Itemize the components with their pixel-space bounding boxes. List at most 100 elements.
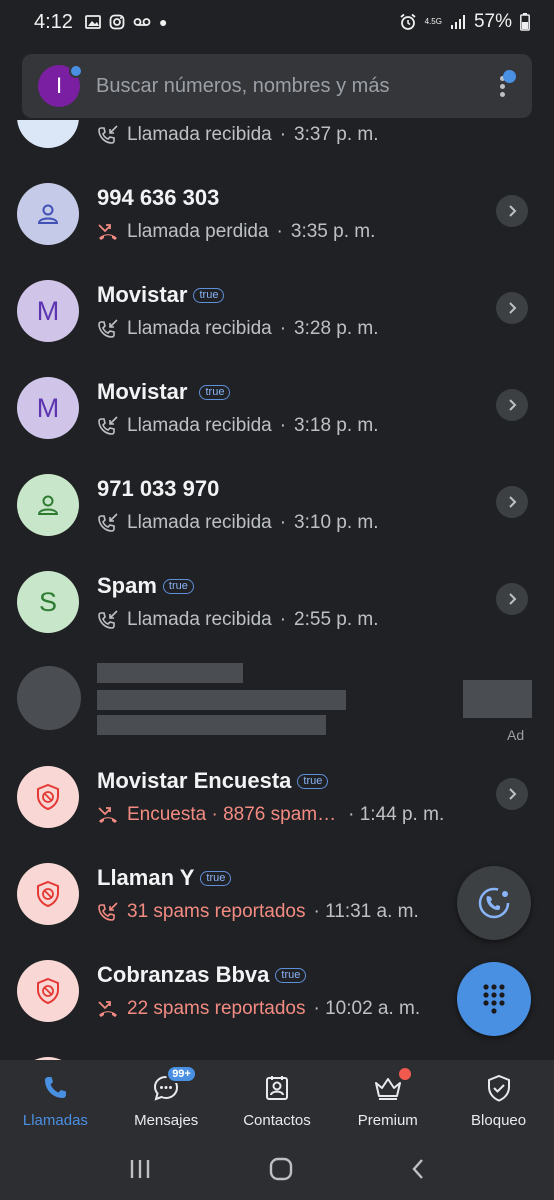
search-bar[interactable]: I: [22, 54, 532, 118]
call-detail: Llamada recibida · 3:37 p. m.: [97, 124, 379, 146]
call-detail: Llamada recibida · 3:28 p. m.: [97, 318, 379, 340]
network-type-icon: 4.5G: [424, 17, 442, 26]
call-type-text: Llamada recibida: [127, 609, 272, 630]
missed-call-icon: [98, 224, 117, 240]
nav-blocking[interactable]: Bloqueo: [443, 1060, 554, 1138]
contact-name: 994 636 303: [97, 185, 220, 210]
ad-row[interactable]: Ad: [0, 652, 554, 762]
battery-level: 57%: [473, 11, 512, 32]
spam-report-text: Encuesta · 8876 spam…: [127, 804, 337, 825]
call-row[interactable]: 994 636 303 Llamada perdida · 3:35 p. m.: [0, 167, 554, 264]
call-details-button[interactable]: [496, 778, 528, 810]
nav-contacts[interactable]: Contactos: [222, 1060, 333, 1138]
search-input[interactable]: [96, 74, 484, 98]
call-time: · 10:02 a. m.: [313, 998, 421, 1019]
battery-icon: [520, 13, 530, 31]
voicemail-icon: [133, 18, 151, 26]
missed-call-icon: [98, 1001, 117, 1017]
back-icon[interactable]: [410, 1157, 426, 1181]
call-details-button[interactable]: [496, 389, 528, 421]
person-icon: [37, 204, 59, 224]
call-row[interactable]: [0, 1041, 554, 1060]
call-row[interactable]: M Movistar true Llamada recibida · 3:28 p…: [0, 264, 554, 361]
recent-apps-icon[interactable]: [128, 1158, 152, 1180]
ad-label: Ad: [507, 727, 525, 743]
call-row[interactable]: S Spam true Llamada recibida · 2:55 p. m.: [0, 555, 554, 652]
spam-shield-icon: [37, 880, 59, 908]
call-details-button[interactable]: [496, 583, 528, 615]
ad-text-placeholder: [97, 715, 326, 735]
call-time: · 1:44 p. m.: [348, 804, 445, 825]
spam-report-text: 22 spams reportados: [127, 998, 306, 1019]
call-details-button[interactable]: [496, 486, 528, 518]
notification-dot-icon: ●: [158, 14, 168, 30]
call-row[interactable]: 971 033 970 Llamada recibida · 3:10 p. m…: [0, 458, 554, 555]
chevron-right-icon: [509, 496, 517, 508]
gallery-icon: [85, 15, 101, 29]
more-options-button[interactable]: [484, 66, 520, 106]
home-icon[interactable]: [269, 1157, 293, 1181]
person-icon: [37, 495, 59, 515]
contact-name: Movistar: [97, 379, 188, 404]
contact-name: Spam: [97, 573, 157, 598]
call-detail: Llamada perdida · 3:35 p. m.: [97, 221, 375, 243]
call-type-text: Llamada recibida: [127, 124, 272, 145]
nav-calls[interactable]: Llamadas: [0, 1060, 111, 1138]
call-detail: Llamada recibida · 3:10 p. m.: [97, 512, 379, 534]
status-time: 4:12: [34, 10, 73, 33]
call-detail: Llamada recibida · 3:18 p. m.: [97, 415, 379, 437]
truecaller-badge: true: [193, 287, 225, 303]
nav-premium[interactable]: Premium: [332, 1060, 443, 1138]
call-type-text: Llamada recibida: [127, 318, 272, 339]
avatar-letter: M: [36, 392, 60, 423]
call-detail: Encuesta · 8876 spam… · 1:44 p. m.: [97, 804, 444, 826]
contact-name: 971 033 970: [97, 476, 220, 501]
contact-name: Movistar Encuesta: [97, 768, 292, 793]
nav-messages[interactable]: 99+ Mensajes: [111, 1060, 222, 1138]
call-time: 3:10 p. m.: [294, 512, 379, 533]
avatar-letter: S: [38, 586, 57, 617]
call-assistant-button[interactable]: [457, 866, 531, 940]
bottom-navigation: Llamadas 99+ Mensajes Contactos Premium …: [0, 1060, 554, 1138]
chevron-right-icon: [509, 399, 517, 411]
contact-avatar: M: [17, 280, 79, 342]
received-call-icon: [98, 319, 118, 338]
nav-label: Contactos: [243, 1112, 311, 1129]
nav-label: Mensajes: [134, 1112, 199, 1129]
call-type-text: Llamada recibida: [127, 415, 272, 436]
contact-avatar: [17, 766, 79, 828]
nav-label: Bloqueo: [471, 1112, 527, 1129]
call-details-button[interactable]: [496, 195, 528, 227]
contact-avatar: [17, 183, 79, 245]
call-row[interactable]: M Movistar true Llamada recibida · 3:18 p…: [0, 361, 554, 458]
ad-button-placeholder[interactable]: [463, 680, 532, 718]
profile-avatar-letter: I: [55, 73, 63, 98]
truecaller-badge: true: [162, 578, 194, 594]
dialpad-button[interactable]: [457, 962, 531, 1036]
call-details-button[interactable]: [496, 292, 528, 324]
contacts-icon: [265, 1076, 288, 1100]
call-row[interactable]: Movistar Encuesta true Encuesta · 8876 sp…: [0, 750, 554, 847]
profile-avatar[interactable]: I: [38, 64, 83, 107]
call-detail: 31 spams reportados · 11:31 a. m.: [97, 901, 419, 923]
contact-avatar: [17, 863, 79, 925]
truecaller-badge: true: [199, 384, 231, 400]
chevron-right-icon: [509, 593, 517, 605]
shield-check-icon: [487, 1074, 510, 1102]
messages-count-badge: 99+: [166, 1065, 197, 1083]
spam-shield-icon: [37, 783, 59, 811]
ad-image-placeholder: [17, 666, 81, 730]
contact-avatar: S: [17, 571, 79, 633]
call-time: 2:55 p. m.: [294, 609, 379, 630]
truecaller-badge: true: [297, 773, 329, 789]
ad-text-placeholder: [97, 690, 346, 710]
avatar-letter: M: [36, 295, 60, 326]
received-call-icon: [98, 125, 118, 144]
call-row[interactable]: Llamada recibida · 3:37 p. m.: [0, 120, 554, 167]
contact-name: Movistar: [97, 282, 188, 307]
received-call-icon: [98, 416, 118, 435]
chevron-right-icon: [509, 205, 517, 217]
received-call-icon: [98, 610, 118, 629]
call-time: 3:28 p. m.: [294, 318, 379, 339]
nav-label: Llamadas: [22, 1112, 88, 1129]
